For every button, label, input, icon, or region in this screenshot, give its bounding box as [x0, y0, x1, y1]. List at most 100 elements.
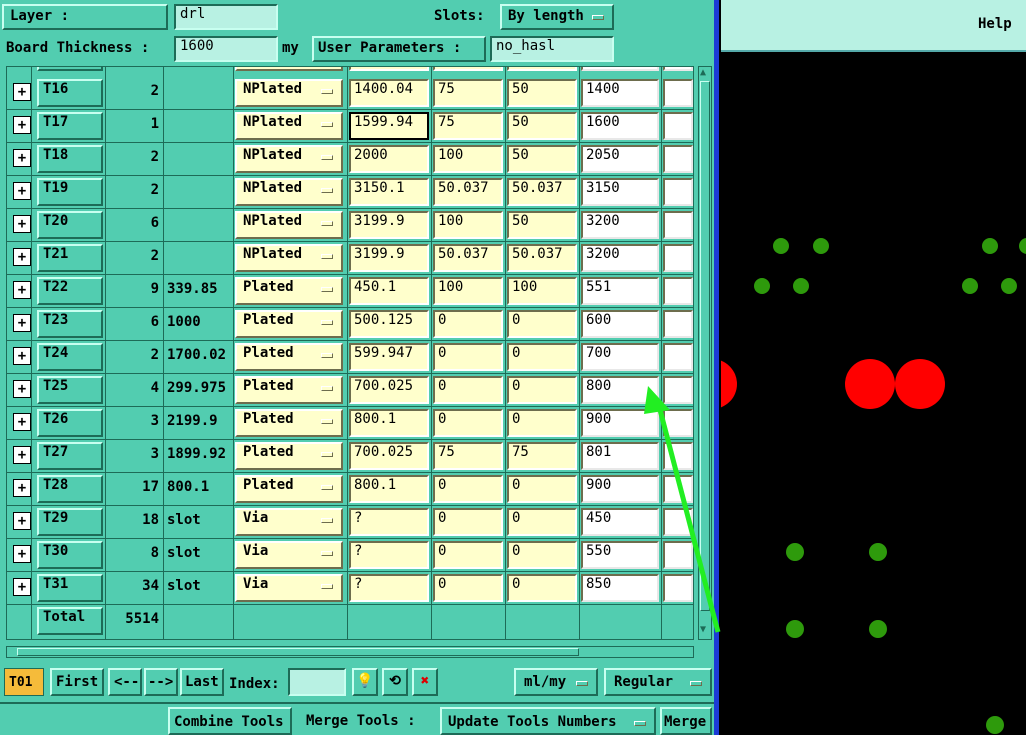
type-dropdown[interactable]: NPlated [235, 244, 343, 272]
finish-size-cell[interactable]: 2050 [581, 145, 659, 173]
type-dropdown[interactable]: Via [235, 574, 343, 602]
horizontal-scrollbar[interactable] [6, 646, 694, 658]
param-cell[interactable] [507, 67, 577, 71]
tolerance-plus-cell[interactable]: 75 [433, 112, 503, 140]
units-dropdown[interactable]: ml/my [514, 668, 598, 696]
tolerance-minus-cell[interactable]: 50 [507, 112, 577, 140]
prev-button[interactable]: <-- [108, 668, 142, 696]
row-expand-button[interactable]: + [13, 314, 31, 332]
extra-cell[interactable] [663, 343, 693, 371]
finish-size-cell[interactable]: 600 [581, 310, 659, 338]
type-dropdown[interactable]: NPlated [235, 211, 343, 239]
tolerance-plus-cell[interactable]: 50.037 [433, 244, 503, 272]
tolerance-minus-cell[interactable]: 0 [507, 475, 577, 503]
merge-button[interactable]: Merge [660, 707, 712, 735]
row-expand-button[interactable]: + [13, 83, 31, 101]
tolerance-minus-cell[interactable]: 0 [507, 310, 577, 338]
tolerance-minus-cell[interactable]: 0 [507, 574, 577, 602]
row-expand-button[interactable]: + [13, 281, 31, 299]
tolerance-plus-cell[interactable]: 75 [433, 79, 503, 107]
extra-cell[interactable] [663, 244, 693, 272]
drill-size-cell[interactable]: 700.025 [349, 442, 429, 470]
row-expand-button[interactable]: + [13, 545, 31, 563]
drill-size-cell[interactable]: ? [349, 541, 429, 569]
tool-button[interactable]: T31 [37, 574, 103, 602]
user-parameters-input[interactable]: no_hasl [490, 36, 614, 62]
extra-cell[interactable] [663, 310, 693, 338]
help-menu[interactable]: Help [978, 16, 1012, 32]
tool-button[interactable]: T26 [37, 409, 103, 437]
tolerance-plus-cell[interactable]: 75 [433, 442, 503, 470]
row-expand-button[interactable]: + [13, 446, 31, 464]
index-input[interactable] [288, 668, 346, 696]
drill-size-cell[interactable]: ? [349, 574, 429, 602]
tolerance-minus-cell[interactable]: 75 [507, 442, 577, 470]
row-expand-button[interactable]: + [13, 182, 31, 200]
tool-button[interactable]: T17 [37, 112, 103, 140]
tool-button[interactable]: T16 [37, 79, 103, 107]
row-expand-button[interactable]: + [13, 248, 31, 266]
row-expand-button[interactable]: + [13, 413, 31, 431]
next-button[interactable]: --> [144, 668, 178, 696]
delete-icon[interactable]: ✖ [412, 668, 438, 696]
tolerance-minus-cell[interactable]: 0 [507, 409, 577, 437]
drill-size-cell[interactable]: 3150.1 [349, 178, 429, 206]
extra-cell[interactable] [663, 145, 693, 173]
tool-button[interactable]: T30 [37, 541, 103, 569]
type-dropdown[interactable]: Via [235, 541, 343, 569]
tolerance-plus-cell[interactable]: 0 [433, 409, 503, 437]
row-expand-button[interactable]: + [13, 380, 31, 398]
tool-button[interactable]: T20 [37, 211, 103, 239]
tolerance-plus-cell[interactable]: 0 [433, 376, 503, 404]
finish-size-cell[interactable]: 3200 [581, 244, 659, 272]
drill-size-cell[interactable]: 1599.94 [349, 112, 429, 140]
type-dropdown[interactable]: NPlated [235, 145, 343, 173]
refresh-icon[interactable]: ⟲ [382, 668, 408, 696]
tool-button[interactable]: T19 [37, 178, 103, 206]
type-dropdown[interactable]: Plated [235, 442, 343, 470]
finish-size-cell[interactable]: 551 [581, 277, 659, 305]
drill-size-cell[interactable]: 3199.9 [349, 244, 429, 272]
tolerance-minus-cell[interactable]: 0 [507, 343, 577, 371]
type-dropdown[interactable]: Plated [235, 277, 343, 305]
scroll-up-arrow[interactable]: ▲ [700, 68, 710, 78]
tolerance-minus-cell[interactable]: 0 [507, 376, 577, 404]
tolerance-plus-cell[interactable]: 100 [433, 211, 503, 239]
tolerance-minus-cell[interactable]: 50 [507, 145, 577, 173]
row-expand-button[interactable]: + [13, 116, 31, 134]
type-dropdown[interactable]: NPlated [235, 112, 343, 140]
type-dropdown[interactable]: NPlated [235, 178, 343, 206]
tolerance-plus-cell[interactable]: 0 [433, 508, 503, 536]
drill-preview-canvas[interactable] [721, 54, 1026, 735]
tool-button[interactable]: T29 [37, 508, 103, 536]
tool-button[interactable]: T18 [37, 145, 103, 173]
drill-size-cell[interactable]: 3199.9 [349, 211, 429, 239]
tolerance-minus-cell[interactable]: 0 [507, 541, 577, 569]
type-dropdown[interactable]: Plated [235, 475, 343, 503]
extra-cell[interactable] [663, 178, 693, 206]
drill-size-cell[interactable]: 2000 [349, 145, 429, 173]
tolerance-minus-cell[interactable]: 50 [507, 79, 577, 107]
finish-size-cell[interactable]: 700 [581, 343, 659, 371]
board-thickness-input[interactable]: 1600 [174, 36, 278, 62]
drill-size-cell[interactable]: 700.025 [349, 376, 429, 404]
type-dropdown[interactable]: Plated [235, 376, 343, 404]
tolerance-plus-cell[interactable]: 0 [433, 343, 503, 371]
type-dropdown[interactable]: Plated [235, 310, 343, 338]
param-cell[interactable] [663, 67, 693, 71]
tool-button[interactable]: T25 [37, 376, 103, 404]
tolerance-plus-cell[interactable]: 0 [433, 541, 503, 569]
param-cell[interactable] [433, 67, 503, 71]
param-cell[interactable] [349, 67, 429, 71]
type-dropdown[interactable] [235, 67, 343, 71]
bulb-icon[interactable]: 💡 [352, 668, 378, 696]
slots-dropdown[interactable]: By length [500, 4, 614, 30]
type-dropdown[interactable]: Via [235, 508, 343, 536]
tolerance-plus-cell[interactable]: 50.037 [433, 178, 503, 206]
type-dropdown[interactable]: Plated [235, 409, 343, 437]
drill-size-cell[interactable]: 599.947 [349, 343, 429, 371]
tolerance-minus-cell[interactable]: 0 [507, 508, 577, 536]
tolerance-plus-cell[interactable]: 100 [433, 145, 503, 173]
drill-size-cell[interactable]: 500.125 [349, 310, 429, 338]
tolerance-minus-cell[interactable]: 50 [507, 211, 577, 239]
